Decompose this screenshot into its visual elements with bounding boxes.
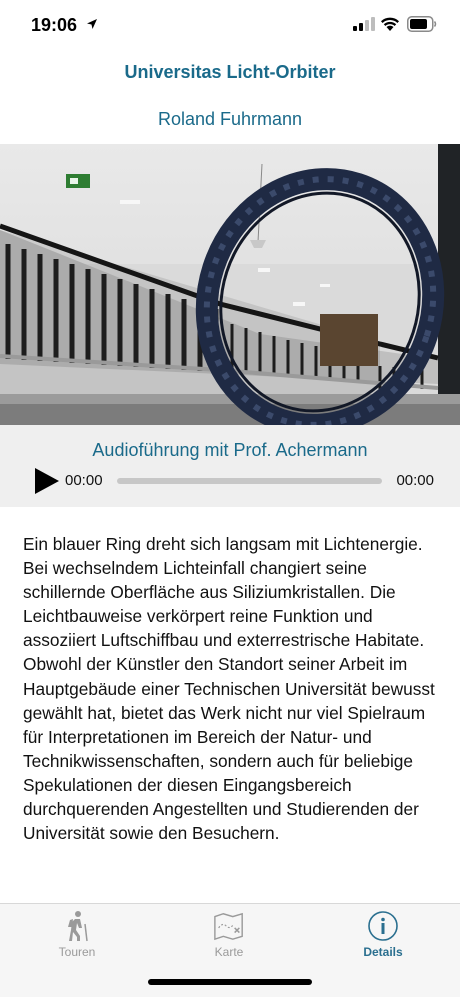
artwork-description: Ein blauer Ring dreht sich langsam mit L… [23,534,435,844]
artwork-photo [0,144,460,425]
audio-progress-slider[interactable] [117,478,382,484]
wifi-icon [381,17,399,31]
tab-label: Touren [58,945,96,959]
cellular-signal-icon [353,17,375,31]
battery-icon [407,16,437,32]
page-title: Universitas Licht-Orbiter [124,62,336,82]
tab-karte[interactable]: Karte [179,908,279,968]
tab-label: Details [363,945,403,959]
audio-title: Audioführung mit Prof. Achermann [92,440,368,460]
artist-name: Roland Fuhrmann [157,109,303,129]
play-icon[interactable] [33,466,61,496]
tab-details[interactable]: Details [333,908,433,968]
info-icon [368,911,398,941]
current-time: 00:00 [65,472,103,489]
status-bar: 19:06 [0,0,460,50]
map-icon [214,912,243,941]
location-arrow-icon [87,19,97,29]
hiker-icon [68,911,88,942]
tab-touren[interactable]: Touren [27,908,127,968]
duration-time: 00:00 [396,472,434,489]
tab-label: Karte [214,945,244,959]
status-time: 19:06 [31,15,78,35]
header: Universitas Licht-Orbiter Roland Fuhrman… [0,50,460,144]
home-indicator [148,979,312,985]
audio-player: Audioführung mit Prof. Achermann 00:00 0… [0,425,460,507]
